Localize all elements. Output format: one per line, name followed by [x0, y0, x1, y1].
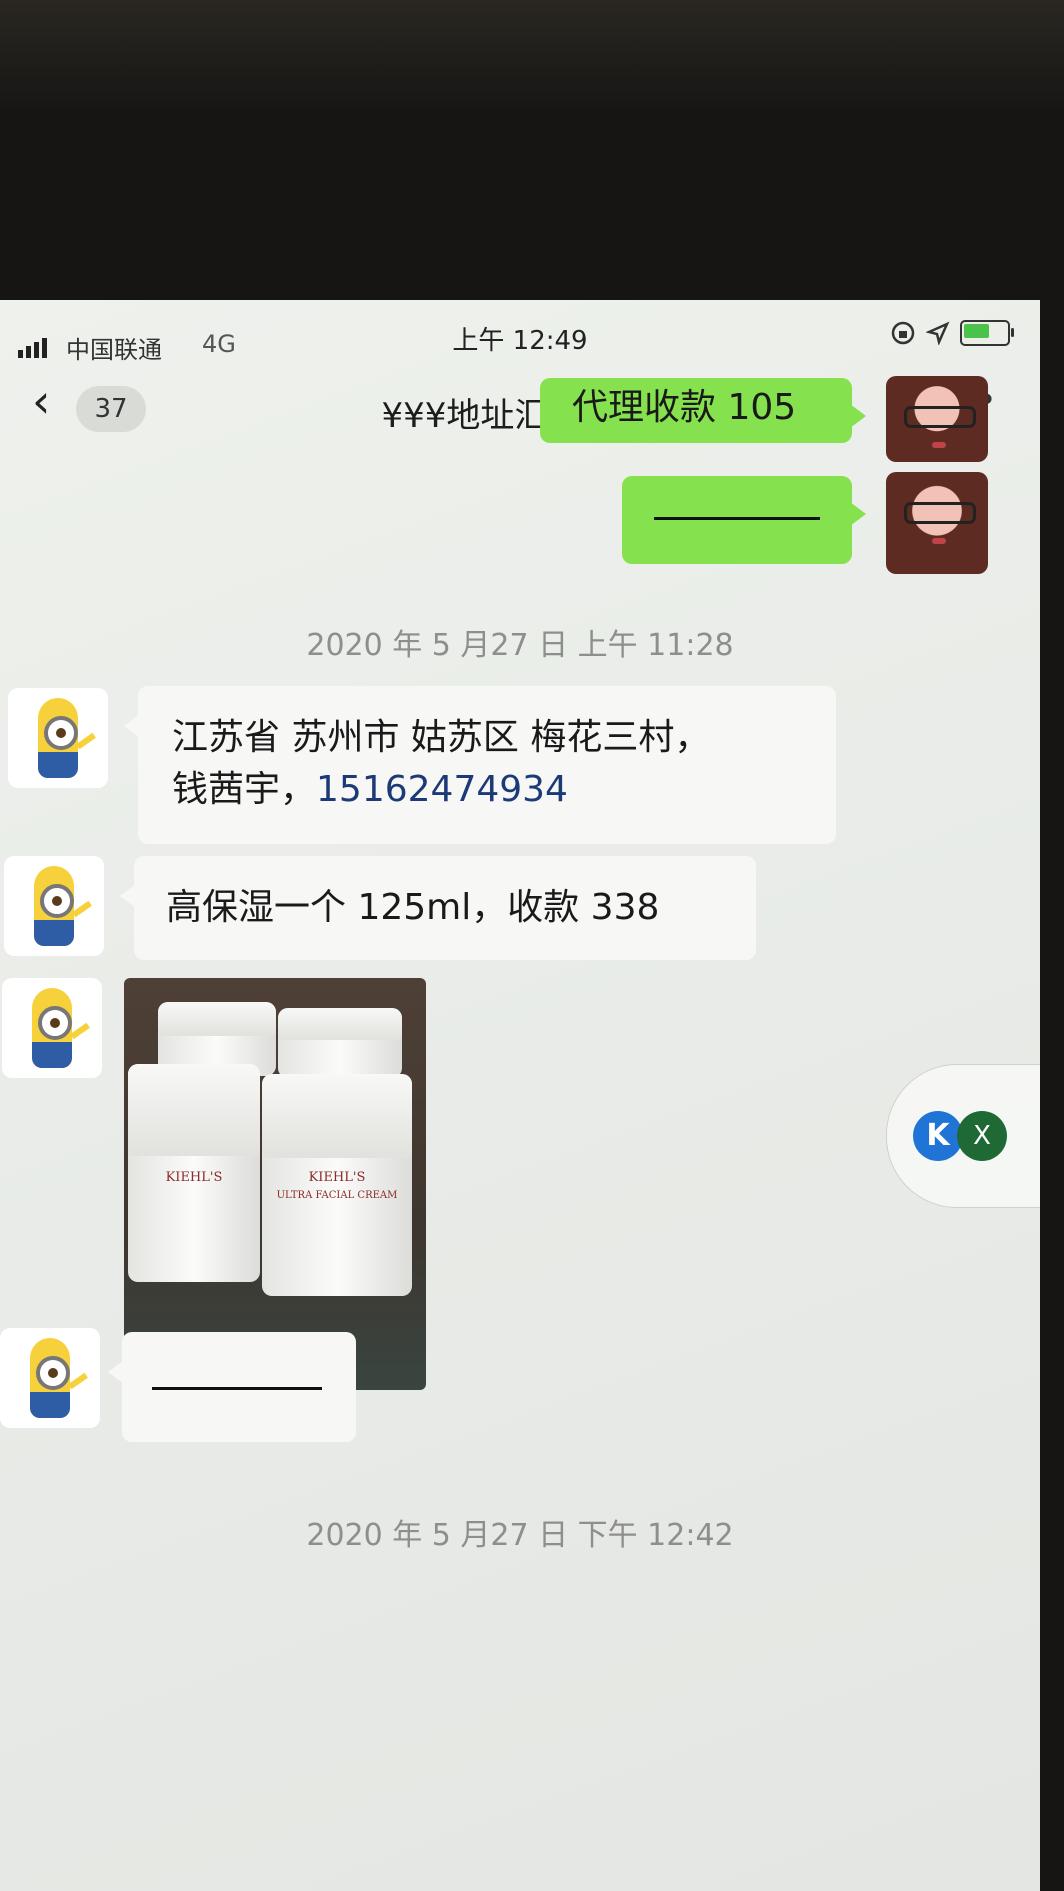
message-bubble[interactable] [622, 476, 866, 564]
phone-bezel [0, 0, 1064, 110]
phone-number-link[interactable]: 15162474934 [316, 769, 568, 810]
location-icon [926, 321, 950, 345]
timestamp: 2020 年 5 月27 日 下午 12:42 [306, 1518, 734, 1553]
avatar[interactable] [0, 1328, 100, 1428]
avatar[interactable] [2, 978, 102, 1078]
message-bubble[interactable]: 高保湿一个 125ml，收款 338 [120, 856, 756, 960]
battery-charging-icon [960, 320, 1014, 346]
line-content [152, 1387, 322, 1390]
avatar[interactable] [886, 472, 988, 574]
jar-brand-label: KIEHL'S [165, 1170, 223, 1185]
floating-widget[interactable]: K X [886, 1064, 1040, 1208]
rotation-lock-icon [891, 321, 915, 345]
jar-brand-label: KIEHL'S [308, 1170, 366, 1185]
message-text: 代理收款 105 [572, 387, 797, 428]
avatar[interactable] [8, 688, 108, 788]
line-content [654, 517, 820, 520]
avatar[interactable] [4, 856, 104, 956]
avatar[interactable] [886, 376, 988, 462]
chat-header: ‹ 37 ¥¥¥地址汇(11)🔕 ••• [0, 360, 1040, 450]
status-bar: 中国联通 4G 上午 12:49 [0, 300, 1040, 364]
x-app-icon[interactable]: X [957, 1111, 1007, 1161]
jar-product-label: ULTRA FACIAL CREAM [276, 1190, 398, 1201]
message-bubble[interactable]: 代理收款 105 [540, 378, 866, 443]
image-message[interactable]: KIEHL'S KIEHL'S ULTRA FACIAL CREAM [124, 978, 426, 1390]
wechat-screen: 中国联通 4G 上午 12:49 ‹ 37 ¥¥¥地址汇(11)🔕 ••• 代理 [0, 300, 1040, 1891]
message-text: 钱茜宇， [172, 769, 317, 810]
k-app-icon[interactable]: K [913, 1111, 963, 1161]
message-text: 高保湿一个 125ml，收款 338 [166, 887, 660, 928]
message-bubble[interactable] [108, 1332, 356, 1442]
cream-jar: KIEHL'S [128, 1064, 260, 1282]
cream-jar [278, 1008, 402, 1078]
status-time: 上午 12:49 [452, 326, 588, 356]
message-text: 江苏省 苏州市 姑苏区 梅花三村， [172, 717, 711, 758]
status-icons [890, 320, 1014, 346]
message-bubble[interactable]: 江苏省 苏州市 姑苏区 梅花三村， 钱茜宇，15162474934 [124, 686, 836, 844]
timestamp: 2020 年 5 月27 日 上午 11:28 [306, 628, 734, 663]
cream-jar: KIEHL'S ULTRA FACIAL CREAM [262, 1074, 412, 1296]
